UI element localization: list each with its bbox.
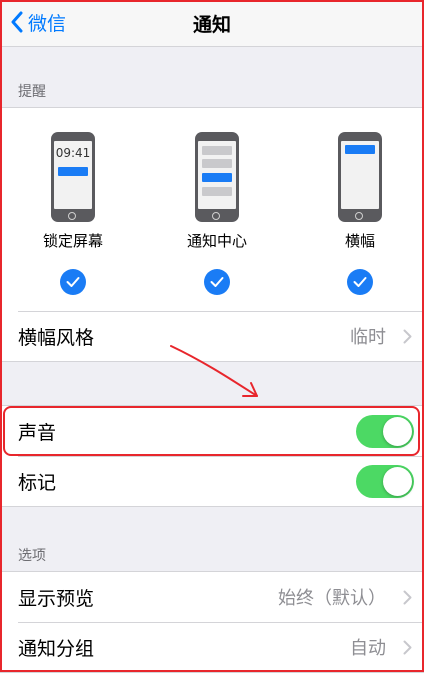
- navigation-bar: 微信 通知: [0, 0, 424, 47]
- checkmark-icon[interactable]: [60, 269, 86, 295]
- alert-style-banners[interactable]: 横幅: [305, 132, 415, 295]
- sound-toggle[interactable]: [356, 415, 414, 448]
- alerts-group: 09:41 锁定屏幕 通知中心 横幅 横幅风格 临时: [0, 107, 424, 362]
- alert-style-label: 横幅: [344, 232, 375, 250]
- sound-row: 声音: [0, 406, 424, 456]
- chevron-right-icon: [403, 590, 412, 605]
- lock-screen-clock: 09:41: [55, 146, 91, 160]
- alert-style-label: 锁定屏幕: [42, 232, 103, 250]
- badge-toggle[interactable]: [356, 465, 414, 498]
- checkmark-icon[interactable]: [347, 269, 373, 295]
- show-preview-row[interactable]: 显示预览 始终（默认）: [0, 572, 424, 622]
- show-preview-label: 显示预览: [18, 587, 95, 610]
- sound-label: 声音: [18, 421, 57, 444]
- alert-style-notification-center[interactable]: 通知中心: [162, 132, 272, 295]
- alert-styles: 09:41 锁定屏幕 通知中心 横幅: [0, 108, 424, 311]
- checkmark-icon[interactable]: [204, 269, 230, 295]
- banner-style-value: 临时: [350, 327, 386, 348]
- section-header-alerts: 提醒: [18, 84, 46, 100]
- show-preview-value: 始终（默认）: [278, 588, 386, 609]
- chevron-right-icon: [403, 329, 412, 344]
- notification-grouping-row[interactable]: 通知分组 自动: [0, 622, 424, 672]
- sound-badge-group: 声音 标记: [0, 405, 424, 507]
- phone-banner-illustration: [338, 132, 382, 222]
- phone-lock-screen-illustration: 09:41: [51, 132, 95, 222]
- options-group: 显示预览 始终（默认） 通知分组 自动: [0, 571, 424, 673]
- banner-style-label: 横幅风格: [18, 326, 95, 349]
- chevron-right-icon: [403, 640, 412, 655]
- badge-row: 标记: [0, 456, 424, 506]
- phone-notification-center-illustration: [195, 132, 239, 222]
- alert-style-lock-screen[interactable]: 09:41 锁定屏幕: [18, 132, 128, 295]
- badge-label: 标记: [18, 471, 57, 494]
- alert-style-label: 通知中心: [186, 232, 247, 250]
- annotation-arrow: [170, 345, 258, 397]
- notification-grouping-value: 自动: [350, 638, 386, 659]
- section-header-options: 选项: [18, 548, 46, 564]
- notification-grouping-label: 通知分组: [18, 637, 95, 660]
- page-title: 通知: [192, 14, 231, 36]
